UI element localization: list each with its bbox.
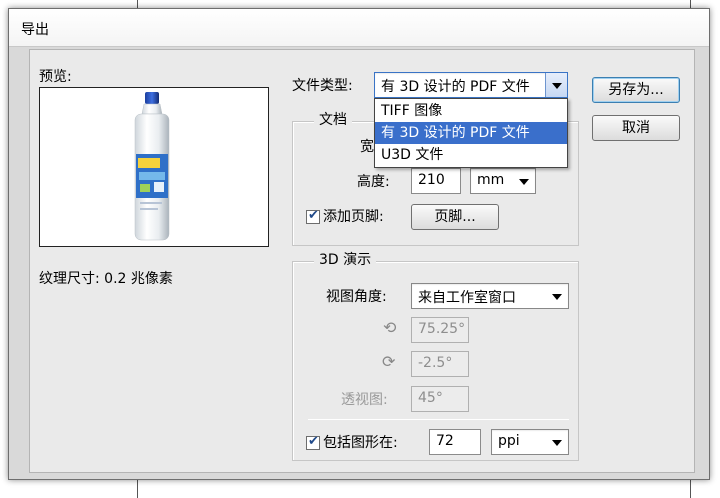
horizontal-axis-rotate-icon: ⟳ [382,352,396,371]
resolution-unit-select[interactable]: ppi [491,429,569,455]
chevron-down-icon [519,179,529,185]
width-label: 宽 [360,139,374,155]
include-graphics-label: 包括图形在: [323,435,398,451]
texture-size-label: 纹理尺寸: 0.2 兆像素 [39,271,173,287]
file-type-dropdown-list: TIFF 图像 有 3D 设计的 PDF 文件 U3D 文件 [374,98,568,168]
file-type-option-tiff[interactable]: TIFF 图像 [375,100,567,122]
cancel-button[interactable]: 取消 [592,115,680,141]
chevron-down-icon [552,294,562,300]
rotate-x-value: -2.5° [418,355,453,371]
add-footer-checkbox[interactable]: ✔ [306,208,320,224]
preview-image [39,87,269,247]
vertical-axis-rotate-icon: ⟲ [383,318,397,337]
checkmark-icon: ✔ [308,208,319,223]
perspective-value: 45° [418,390,443,406]
chevron-down-icon [552,440,562,446]
dialog-title: 导出 [21,22,49,38]
perspective-label: 透视图: [341,392,388,408]
preview-label: 预览: [39,69,72,85]
checkmark-icon: ✔ [308,434,319,449]
file-type-value: 有 3D 设计的 PDF 文件 [381,79,530,95]
rotate-x-input: -2.5° [411,351,469,377]
resolution-input[interactable]: 72 [429,429,481,455]
resolution-unit-value: ppi [498,433,520,449]
file-type-dropdown-button[interactable] [545,73,567,97]
rotate-y-value: 75.25° [418,321,466,337]
perspective-input: 45° [411,386,469,412]
height-value: 210 [418,172,445,188]
height-input[interactable]: 210 [411,168,461,194]
title-bar[interactable]: 导出 [9,9,709,47]
bottle-preview-icon [134,92,170,241]
file-type-label: 文件类型: [292,78,353,94]
file-type-option-u3d[interactable]: U3D 文件 [375,144,567,166]
view-angle-value: 来自工作室窗口 [418,290,516,306]
height-label: 高度: [357,174,390,190]
chevron-down-icon [552,83,562,89]
include-graphics-checkbox[interactable]: ✔ [306,434,320,450]
demo-legend: 3D 演示 [314,251,377,269]
unit-select[interactable]: mm [470,168,536,194]
export-dialog: 导出 预览: 纹理尺寸: 0.2 兆像素 文件类型: 有 3D 设计的 PDF … [8,8,710,480]
dialog-content: 预览: 纹理尺寸: 0.2 兆像素 文件类型: 有 3D 设计的 PDF 文件 … [29,49,695,473]
rotate-y-input: 75.25° [411,317,469,343]
resolution-value: 72 [436,433,454,449]
document-legend: 文档 [314,111,352,129]
view-angle-select[interactable]: 来自工作室窗口 [411,283,569,309]
save-as-button[interactable]: 另存为... [592,77,680,103]
unit-value: mm [477,172,505,188]
file-type-select[interactable]: 有 3D 设计的 PDF 文件 [374,72,568,98]
view-angle-label: 视图角度: [326,289,387,305]
footer-button[interactable]: 页脚... [411,204,499,230]
file-type-option-pdf[interactable]: 有 3D 设计的 PDF 文件 [375,122,567,144]
separator [308,419,569,420]
add-footer-label: 添加页脚: [323,209,384,225]
